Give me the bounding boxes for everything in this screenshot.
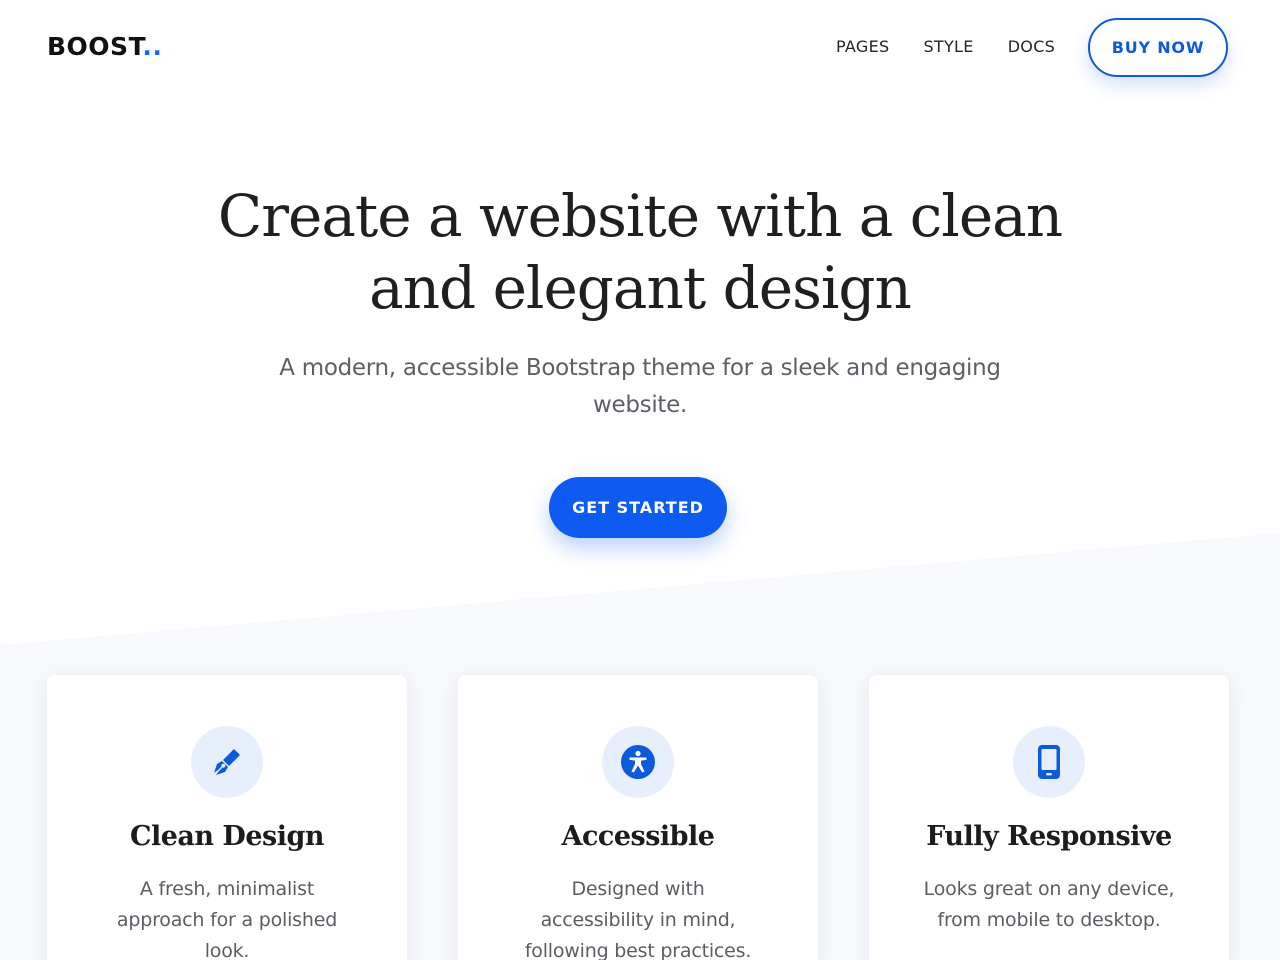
hero-title-line-1: Create a website with a clean (217, 182, 1063, 250)
hero-subtitle-line-2: website. (592, 392, 687, 418)
hero-title-line-2: and elegant design (369, 254, 912, 322)
feature-description: A fresh, minimalist approach for a polis… (116, 878, 338, 960)
brand-logo[interactable]: BOOST.. (47, 32, 162, 61)
get-started-button[interactable]: GET STARTED (549, 477, 727, 538)
nav-link-docs[interactable]: DOCS (1008, 36, 1055, 58)
mobile-phone-icon (1038, 745, 1060, 779)
site-header: BOOST.. PAGES STYLE DOCS BUY NOW (0, 0, 1280, 96)
feature-icon-circle (1013, 726, 1085, 798)
feature-icon-circle (191, 726, 263, 798)
feature-description: Designed with accessibility in mind, fol… (524, 878, 752, 960)
feature-description: Looks great on any device, from mobile t… (923, 878, 1175, 931)
feature-card-accessible: Accessible Designed with accessibility i… (458, 675, 818, 960)
hero-title: Create a website with a clean and elegan… (190, 180, 1090, 324)
pen-nib-icon (214, 749, 240, 775)
logo-text: BOOST (47, 32, 143, 61)
page: BOOST.. PAGES STYLE DOCS BUY NOW Create … (0, 0, 1280, 960)
feature-title: Fully Responsive (926, 821, 1172, 852)
nav-link-pages[interactable]: PAGES (836, 36, 889, 58)
nav-link-style[interactable]: STYLE (923, 36, 973, 58)
main-nav: PAGES STYLE DOCS (836, 36, 1055, 58)
feature-title: Accessible (561, 821, 715, 852)
hero-subtitle: A modern, accessible Bootstrap theme for… (270, 350, 1010, 424)
accessibility-icon (621, 745, 655, 779)
logo-dots: .. (142, 32, 163, 61)
buy-now-button[interactable]: BUY NOW (1088, 18, 1228, 77)
features-section: Clean Design A fresh, minimalist approac… (47, 675, 1229, 960)
hero-subtitle-line-1: A modern, accessible Bootstrap theme for… (279, 355, 1001, 381)
feature-title: Clean Design (129, 821, 325, 852)
feature-card-fully-responsive: Fully Responsive Looks great on any devi… (869, 675, 1229, 960)
feature-card-clean-design: Clean Design A fresh, minimalist approac… (47, 675, 407, 960)
feature-icon-circle (602, 726, 674, 798)
